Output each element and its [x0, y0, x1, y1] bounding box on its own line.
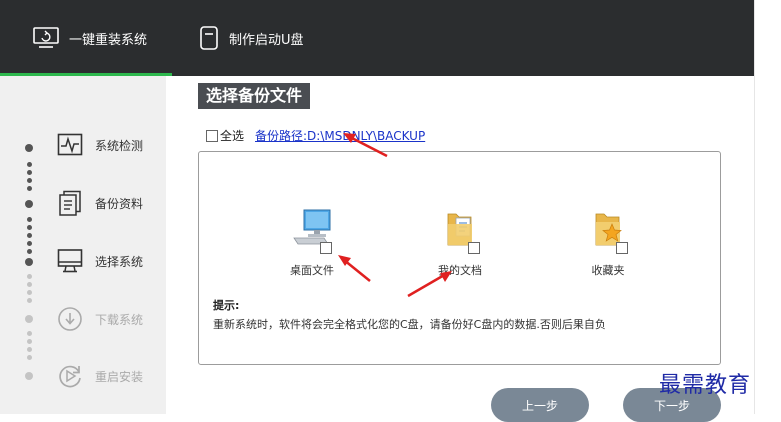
checkbox-box[interactable]: [206, 129, 218, 142]
backup-item-favorites[interactable]: 收藏夹: [570, 208, 646, 278]
sidebar-step-select-system: 选择系统: [57, 248, 143, 274]
sidebar-step-backup: 备份资料: [57, 190, 143, 216]
tab-label: 一键重装系统: [69, 32, 148, 48]
progress-dot: [27, 282, 32, 287]
step-marker: [25, 200, 33, 208]
progress-dot: [27, 274, 32, 279]
progress-dot: [27, 355, 32, 360]
pulse-monitor-icon: [57, 133, 83, 156]
step-marker: [25, 372, 33, 380]
restart-icon: [59, 365, 81, 388]
progress-dot: [27, 170, 32, 175]
progress-dot: [27, 162, 32, 167]
step-label: 重启安装: [95, 369, 144, 384]
tab-label: 制作启动U盘: [229, 32, 304, 48]
select-all-checkbox[interactable]: 全选: [206, 127, 244, 144]
step-sidebar: 系统检测 备份资料 选择系统 下载系统 重启安装: [0, 76, 166, 414]
hint-title: 提示:: [213, 299, 240, 312]
progress-dot: [27, 178, 32, 183]
select-all-label: 全选: [220, 129, 245, 143]
step-label: 选择系统: [95, 254, 144, 269]
window-right-edge: [754, 0, 781, 414]
progress-dot: [27, 339, 32, 344]
favorites-checkbox[interactable]: [616, 242, 628, 254]
monitor-icon: [33, 27, 59, 48]
progress-dot: [27, 249, 32, 254]
step-label: 备份资料: [95, 196, 144, 211]
step-marker: [25, 315, 33, 323]
desktop-monitor-icon: [57, 249, 83, 273]
hint-text: 重新系统时，软件将会完全格式化您的C盘，请备份好C盘内的数据.否则后果自负: [213, 318, 606, 331]
progress-dot: [27, 225, 32, 230]
progress-dot: [27, 290, 32, 295]
step-label: 系统检测: [95, 138, 144, 153]
page-title: 选择备份文件: [198, 83, 311, 109]
sidebar-step-restart-install: 重启安装: [57, 363, 143, 389]
progress-dot: [27, 347, 32, 352]
progress-dot: [27, 233, 32, 238]
tab-one-key-reinstall[interactable]: 一键重装系统: [32, 0, 147, 76]
backup-item-desktop[interactable]: 桌面文件: [274, 208, 350, 278]
usb-drive-icon: [200, 26, 218, 50]
item-label: 收藏夹: [591, 264, 625, 277]
step-marker: [25, 144, 33, 152]
download-icon: [58, 307, 82, 331]
progress-dot: [27, 217, 32, 222]
progress-dot: [27, 298, 32, 303]
item-label: 我的文档: [438, 264, 482, 277]
tab-make-usb[interactable]: 制作启动U盘: [198, 0, 304, 76]
sidebar-step-system-check: 系统检测: [57, 133, 143, 157]
desktop-files-checkbox[interactable]: [320, 242, 332, 254]
backup-path-link[interactable]: 备份路径:D:\MSDNLY\BACKUP: [255, 127, 425, 144]
step-label: 下载系统: [95, 312, 144, 327]
watermark-text: 最需教育: [659, 373, 752, 398]
previous-step-button[interactable]: 上一步: [491, 388, 589, 422]
top-nav-bar: 一键重装系统 制作启动U盘: [0, 0, 754, 76]
progress-dot: [27, 186, 32, 191]
documents-icon: [59, 190, 81, 216]
step-marker: [25, 258, 33, 266]
progress-dot: [27, 331, 32, 336]
item-label: 桌面文件: [290, 264, 334, 277]
my-documents-checkbox[interactable]: [468, 242, 480, 254]
backup-item-documents[interactable]: 我的文档: [422, 208, 498, 278]
progress-dot: [27, 241, 32, 246]
sidebar-step-download: 下载系统: [57, 306, 143, 332]
